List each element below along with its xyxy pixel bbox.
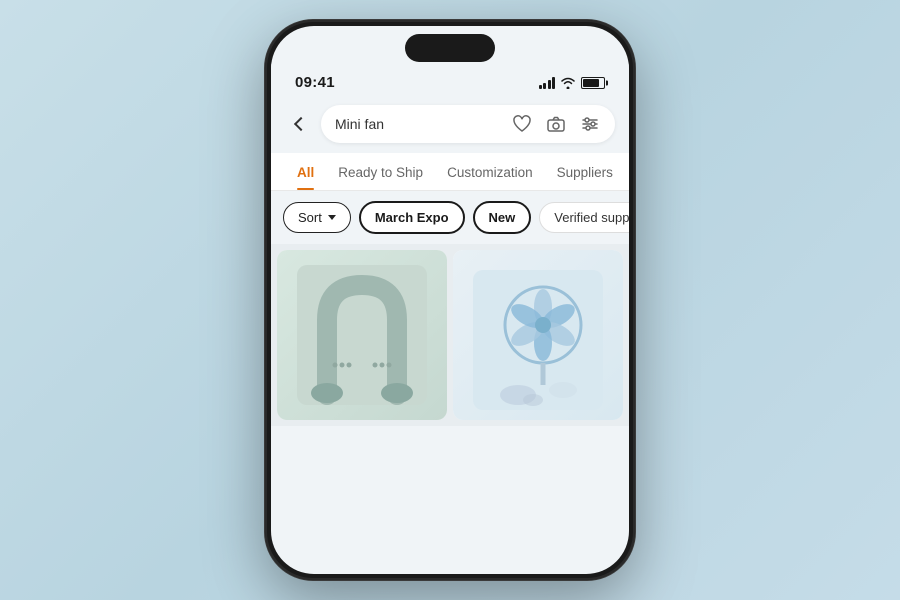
category-tabs: All Ready to Ship Customization Supplier…	[271, 153, 629, 191]
dynamic-island	[405, 34, 495, 62]
desk-fan-svg	[473, 270, 603, 410]
filter-options-icon[interactable]	[579, 113, 601, 135]
tab-customization[interactable]: Customization	[435, 153, 545, 190]
search-action-icons	[511, 113, 601, 135]
march-expo-chip[interactable]: March Expo	[359, 201, 465, 234]
new-chip[interactable]: New	[473, 201, 532, 234]
search-bar[interactable]: Mini fan	[321, 105, 615, 143]
neck-fan-svg	[297, 265, 427, 405]
product-grid	[271, 244, 629, 426]
phone-body: 09:41	[265, 20, 635, 580]
tab-all[interactable]: All	[285, 153, 326, 190]
status-icons	[539, 76, 606, 89]
signal-icon	[539, 77, 556, 89]
phone-wrapper: 09:41	[265, 20, 635, 580]
tab-suppliers[interactable]: Suppliers	[545, 153, 625, 190]
filter-chips-row: Sort March Expo New Verified supplie…	[271, 191, 629, 244]
wifi-icon	[560, 76, 576, 89]
neck-fan-image	[277, 250, 447, 420]
camera-search-icon[interactable]	[545, 113, 567, 135]
sort-chip[interactable]: Sort	[283, 202, 351, 233]
search-area: Mini fan	[271, 99, 629, 153]
desk-fan-image	[453, 250, 623, 420]
verified-suppliers-chip[interactable]: Verified supplie…	[539, 202, 629, 233]
tab-ready-to-ship[interactable]: Ready to Ship	[326, 153, 435, 190]
status-time: 09:41	[295, 74, 335, 91]
wishlist-icon[interactable]	[511, 113, 533, 135]
back-button[interactable]	[285, 110, 313, 138]
product-card-desk-fan[interactable]	[453, 250, 623, 420]
search-query: Mini fan	[335, 116, 511, 132]
status-bar: 09:41	[271, 62, 629, 99]
battery-icon	[581, 77, 605, 89]
phone-screen: 09:41	[271, 26, 629, 574]
sort-chevron-icon	[328, 215, 336, 220]
back-arrow-icon	[294, 117, 308, 131]
product-card-neck-fan[interactable]	[277, 250, 447, 420]
